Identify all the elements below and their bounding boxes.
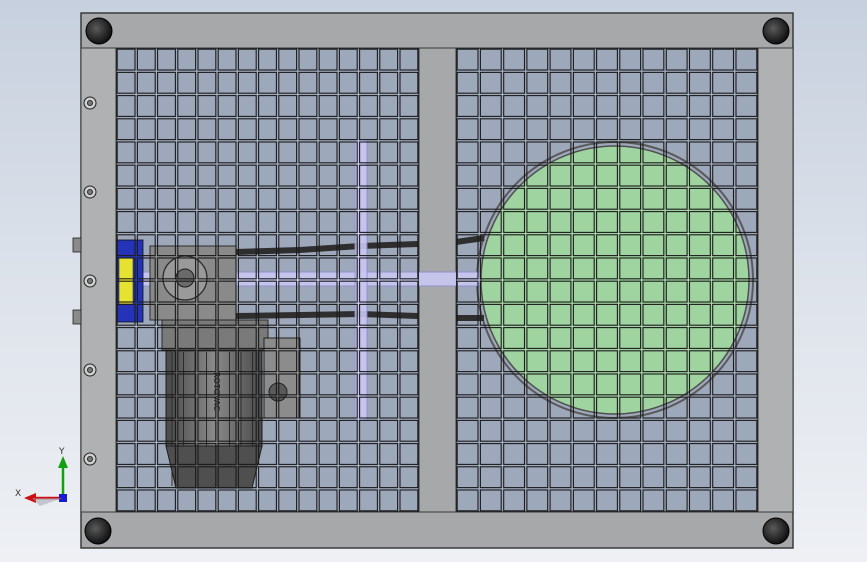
side-screw-head bbox=[87, 366, 94, 373]
hose-lower bbox=[235, 310, 419, 319]
frame-right-rail bbox=[757, 47, 794, 513]
bolt-top-right bbox=[762, 17, 790, 45]
bolt-bottom-left bbox=[84, 517, 112, 545]
motor-brand-text: ROTOVAC bbox=[212, 372, 221, 411]
hose-right-upper bbox=[455, 235, 485, 245]
bolt-bottom-right bbox=[762, 517, 790, 545]
hinge-tabs bbox=[72, 237, 82, 325]
hinge-tab-upper bbox=[72, 237, 82, 253]
triad-y-label: Y bbox=[58, 447, 65, 457]
cad-viewport[interactable]: ROTOVAC Y X bbox=[0, 0, 867, 562]
hinge-tab-lower bbox=[72, 309, 82, 325]
terminal-gland bbox=[268, 382, 288, 402]
triad-y-arrowhead bbox=[58, 456, 68, 468]
side-screw-head bbox=[87, 188, 94, 195]
side-screw-head bbox=[87, 277, 94, 284]
gearbox-output-hub bbox=[175, 268, 195, 288]
bolt-top-left bbox=[85, 17, 113, 45]
side-screw-head bbox=[87, 100, 94, 107]
triad-x-label: X bbox=[15, 489, 21, 499]
triad-plane-shadow bbox=[32, 498, 63, 506]
terminal-box bbox=[263, 337, 301, 419]
side-screw-head bbox=[87, 455, 94, 462]
coordinate-triad: Y X bbox=[15, 447, 68, 506]
